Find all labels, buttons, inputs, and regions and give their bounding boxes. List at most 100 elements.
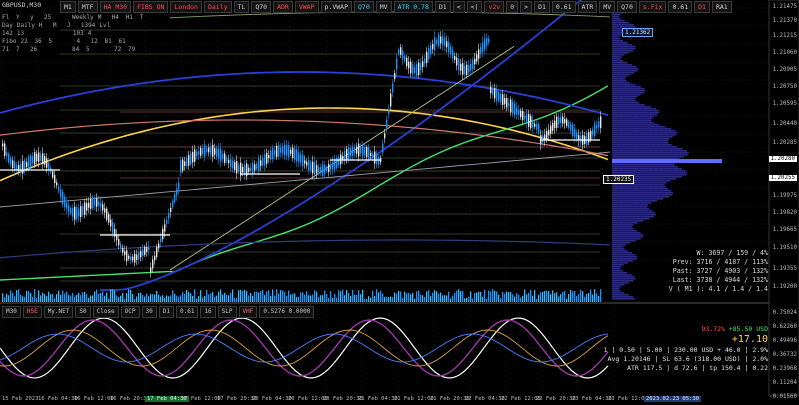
toolbar-button[interactable]: > xyxy=(520,1,533,13)
indicator-button[interactable]: H5E xyxy=(22,306,42,318)
candle-body xyxy=(196,151,198,157)
volume-profile-bar xyxy=(612,20,625,22)
toolbar-button[interactable]: D1 xyxy=(694,1,710,13)
volume-profile-bar xyxy=(612,82,631,84)
volume-bar xyxy=(482,296,484,302)
stats-cell: B1 xyxy=(104,38,112,45)
price-label: 1.20440 xyxy=(772,121,797,127)
toolbar-button[interactable]: ATR 0.78 xyxy=(393,1,433,13)
volume-profile-bar xyxy=(612,142,669,144)
candle-body xyxy=(412,64,414,74)
indicator-button[interactable]: My.NET xyxy=(43,306,74,318)
toolbar-button[interactable]: v2v xyxy=(484,1,505,13)
volume-bar xyxy=(318,297,320,302)
volume-bar xyxy=(46,296,48,302)
toolbar-button[interactable]: HA M30 xyxy=(99,1,132,13)
indicator-button[interactable]: D1 xyxy=(158,306,174,318)
toolbar-button[interactable]: MV xyxy=(375,1,392,13)
volume-bar xyxy=(484,289,486,302)
candle-body xyxy=(550,125,552,134)
indicator-button[interactable]: 30 xyxy=(141,306,157,318)
candle-body xyxy=(384,133,386,139)
toolbar-button[interactable]: TL xyxy=(233,1,250,13)
toolbar-button[interactable]: RA1 xyxy=(711,1,732,13)
info-line: W: 3697 / 159 / 4% xyxy=(696,249,768,257)
toolbar-button[interactable]: MTF xyxy=(77,1,98,13)
volume-bar xyxy=(296,297,298,302)
indicator-button[interactable]: 0.5276 0.0000 xyxy=(259,306,315,318)
indicator-button[interactable]: SLP xyxy=(217,306,237,318)
volume-bar xyxy=(456,290,458,302)
indicator-button[interactable]: 0.61 xyxy=(175,306,199,318)
toolbar-button[interactable]: <| xyxy=(466,1,483,13)
volume-bar xyxy=(292,293,294,302)
stats-cell: 61 xyxy=(118,38,126,45)
toolbar-button[interactable]: MV xyxy=(599,1,616,13)
toolbar-button[interactable]: VWAP xyxy=(294,1,319,13)
candle-body xyxy=(536,124,538,130)
candle-body xyxy=(226,158,228,162)
volume-profile-bar xyxy=(612,14,621,16)
candle-body xyxy=(130,256,132,261)
toolbar-button[interactable]: D1 xyxy=(434,1,451,13)
toolbar-button[interactable]: ATR xyxy=(577,1,598,13)
candle-body xyxy=(288,145,290,157)
time-label: 2023.02.23 05:30 xyxy=(644,396,701,402)
candle-body xyxy=(236,161,238,174)
toolbar-button[interactable]: D1 xyxy=(534,1,550,13)
toolbar-button[interactable]: Q70 xyxy=(617,1,637,13)
candle-body xyxy=(402,50,404,60)
volume-profile-bar xyxy=(612,134,676,136)
candle-body xyxy=(450,46,452,55)
candle-body xyxy=(62,191,64,205)
candle-body xyxy=(304,160,306,164)
toolbar-button[interactable]: Daily xyxy=(203,1,232,13)
volume-profile-bar xyxy=(612,74,631,76)
toolbar-button[interactable]: s.Fix xyxy=(638,1,667,13)
candle-body xyxy=(488,38,490,43)
stats-cell: 4 xyxy=(76,38,81,45)
stats-cell xyxy=(158,30,168,38)
volume-bar xyxy=(514,296,516,302)
toolbar-button[interactable]: ADR xyxy=(273,1,293,13)
info-line: Prev: 3716 / 4187 / 113% xyxy=(672,258,768,266)
volume-bar xyxy=(288,290,290,302)
toolbar-button[interactable]: < xyxy=(452,1,465,13)
volume-bar xyxy=(370,297,372,302)
candle-body xyxy=(518,109,520,115)
toolbar-button[interactable]: 0.61 xyxy=(551,1,576,13)
volume-bar xyxy=(328,297,330,302)
volume-bar xyxy=(234,298,236,302)
indicator-button[interactable]: Close xyxy=(92,306,119,318)
indicator-button[interactable]: S0 xyxy=(75,306,91,318)
toolbar-button[interactable]: 0 xyxy=(506,1,519,13)
toolbar-button[interactable]: p.VWAP xyxy=(320,1,352,13)
indicator-button[interactable]: OCP xyxy=(120,306,140,318)
time-label: 23 Feb 04:30 xyxy=(572,396,612,402)
indicator-button[interactable]: 16 xyxy=(200,306,216,318)
volume-profile-bar xyxy=(612,238,641,240)
indicator-button[interactable]: VHF xyxy=(238,306,258,318)
volume-profile-bar xyxy=(612,198,664,200)
toolbar-button[interactable]: FIBS ON xyxy=(133,1,169,13)
toolbar-button[interactable]: Q70 xyxy=(251,1,272,13)
candle-body xyxy=(530,115,532,129)
volume-bar xyxy=(192,295,194,302)
candle-body xyxy=(428,48,430,60)
candle-body xyxy=(442,35,444,46)
volume-bar xyxy=(448,291,450,302)
volume-profile-bar xyxy=(612,166,678,168)
candle-body xyxy=(356,146,358,154)
candle-body xyxy=(324,165,326,174)
volume-bar xyxy=(56,294,58,302)
candle-body xyxy=(86,203,88,211)
indicator-button[interactable]: M30 xyxy=(2,306,21,318)
candle-body xyxy=(454,56,456,60)
volume-bar xyxy=(156,290,158,302)
toolbar-button[interactable]: 0.61 xyxy=(668,1,693,13)
volume-bar xyxy=(10,290,12,302)
toolbar-button[interactable]: M1 xyxy=(60,1,76,13)
toolbar-button[interactable]: London xyxy=(170,1,202,13)
price-label: 1.19355 xyxy=(772,266,797,272)
toolbar-button[interactable]: Q70 xyxy=(354,1,374,13)
